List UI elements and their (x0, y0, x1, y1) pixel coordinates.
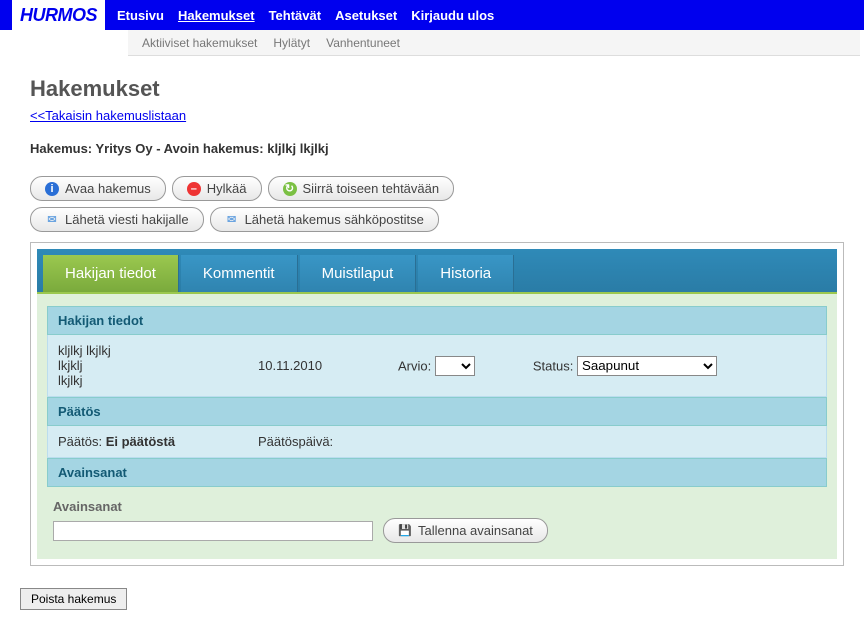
tab-hakijan-tiedot[interactable]: Hakijan tiedot (43, 255, 179, 292)
info-icon: i (45, 182, 59, 196)
keywords-sub: Avainsanat (53, 499, 821, 514)
move-button[interactable]: ↻ Siirrä toiseen tehtävään (268, 176, 455, 201)
save-keywords-label: Tallenna avainsanat (418, 523, 533, 538)
subnav-vanhentuneet[interactable]: Vanhentuneet (326, 36, 400, 50)
sub-nav: Aktiiviset hakemukset Hylätyt Vanhentune… (128, 30, 860, 56)
main-panel: Hakijan tiedot Kommentit Muistilaput His… (30, 242, 844, 566)
nav-hakemukset[interactable]: Hakemukset (178, 8, 255, 23)
open-application-label: Avaa hakemus (65, 181, 151, 196)
applicant-date: 10.11.2010 (258, 358, 388, 373)
decision-value: Ei päätöstä (106, 434, 175, 449)
delete-application-button[interactable]: Poista hakemus (20, 588, 127, 610)
applicant-line3: lkjlkj (58, 373, 248, 388)
tab-body: Hakijan tiedot kljlkj lkjlkj lkjklj lkjl… (37, 292, 837, 559)
content: Hakemukset <<Takaisin hakemuslistaan Hak… (0, 56, 864, 576)
keywords-input[interactable] (53, 521, 373, 541)
applicant-name: kljlkj lkjlkj (58, 343, 248, 358)
status-label: Status: (533, 358, 573, 373)
top-bar: HURMOS Etusivu Hakemukset Tehtävät Asetu… (0, 0, 864, 30)
tab-historia[interactable]: Historia (418, 255, 514, 292)
rating-select[interactable] (435, 356, 475, 376)
status-select[interactable]: Saapunut (577, 356, 717, 376)
save-icon: 💾 (398, 524, 412, 538)
logo-wrap: HURMOS (12, 0, 105, 30)
nav-etusivu[interactable]: Etusivu (117, 8, 164, 23)
section-decision-heading: Päätös (47, 397, 827, 426)
nav-tehtavat[interactable]: Tehtävät (269, 8, 322, 23)
decision-date-label: Päätöspäivä: (258, 434, 333, 449)
send-email-label: Lähetä hakemus sähköpostitse (245, 212, 424, 227)
mail-icon: ✉ (225, 213, 239, 227)
subnav-hylatyt[interactable]: Hylätyt (273, 36, 310, 50)
application-meta: Hakemus: Yritys Oy - Avoin hakemus: kljl… (30, 141, 844, 156)
send-email-button[interactable]: ✉ Lähetä hakemus sähköpostitse (210, 207, 439, 232)
page-title: Hakemukset (30, 76, 844, 102)
tabs: Hakijan tiedot Kommentit Muistilaput His… (37, 249, 837, 292)
reject-button[interactable]: –Hylkää (172, 176, 262, 201)
mail-icon: ✉ (45, 213, 59, 227)
nav-asetukset[interactable]: Asetukset (335, 8, 397, 23)
footer: Poista hakemus (0, 576, 864, 622)
top-nav: Etusivu Hakemukset Tehtävät Asetukset Ki… (117, 8, 494, 23)
applicant-lines: kljlkj lkjlkj lkjklj lkjlkj (58, 343, 248, 388)
decision-label: Päätös: (58, 434, 102, 449)
nav-kirjaudu[interactable]: Kirjaudu ulos (411, 8, 494, 23)
section-keywords-body: Avainsanat 💾 Tallenna avainsanat (47, 487, 827, 543)
logo: HURMOS (14, 3, 103, 28)
move-icon: ↻ (283, 182, 297, 196)
deny-icon: – (187, 182, 201, 196)
move-label: Siirrä toiseen tehtävään (303, 181, 440, 196)
button-row-2: ✉ Lähetä viesti hakijalle ✉ Lähetä hakemus… (30, 207, 844, 232)
rating-label: Arvio: (398, 358, 431, 373)
section-applicant-heading: Hakijan tiedot (47, 306, 827, 335)
reject-label: Hylkää (207, 181, 247, 196)
rating-block: Arvio: (398, 356, 475, 376)
tab-muistilaput[interactable]: Muistilaput (300, 255, 417, 292)
save-keywords-button[interactable]: 💾 Tallenna avainsanat (383, 518, 548, 543)
subnav-aktiiviset[interactable]: Aktiiviset hakemukset (142, 36, 257, 50)
button-row-1: i Avaa hakemus –Hylkää ↻ Siirrä toiseen te… (30, 176, 844, 201)
section-keywords-heading: Avainsanat (47, 458, 827, 487)
send-message-label: Lähetä viesti hakijalle (65, 212, 189, 227)
applicant-line2: lkjklj (58, 358, 248, 373)
back-link[interactable]: <<Takaisin hakemuslistaan (30, 108, 186, 123)
section-decision-body: Päätös: Ei päätöstä Päätöspäivä: (47, 426, 827, 458)
section-applicant-body: kljlkj lkjlkj lkjklj lkjlkj 10.11.2010 A… (47, 335, 827, 397)
open-application-button[interactable]: i Avaa hakemus (30, 176, 166, 201)
tab-kommentit[interactable]: Kommentit (181, 255, 298, 292)
status-block: Status: Saapunut (533, 356, 717, 376)
send-message-button[interactable]: ✉ Lähetä viesti hakijalle (30, 207, 204, 232)
